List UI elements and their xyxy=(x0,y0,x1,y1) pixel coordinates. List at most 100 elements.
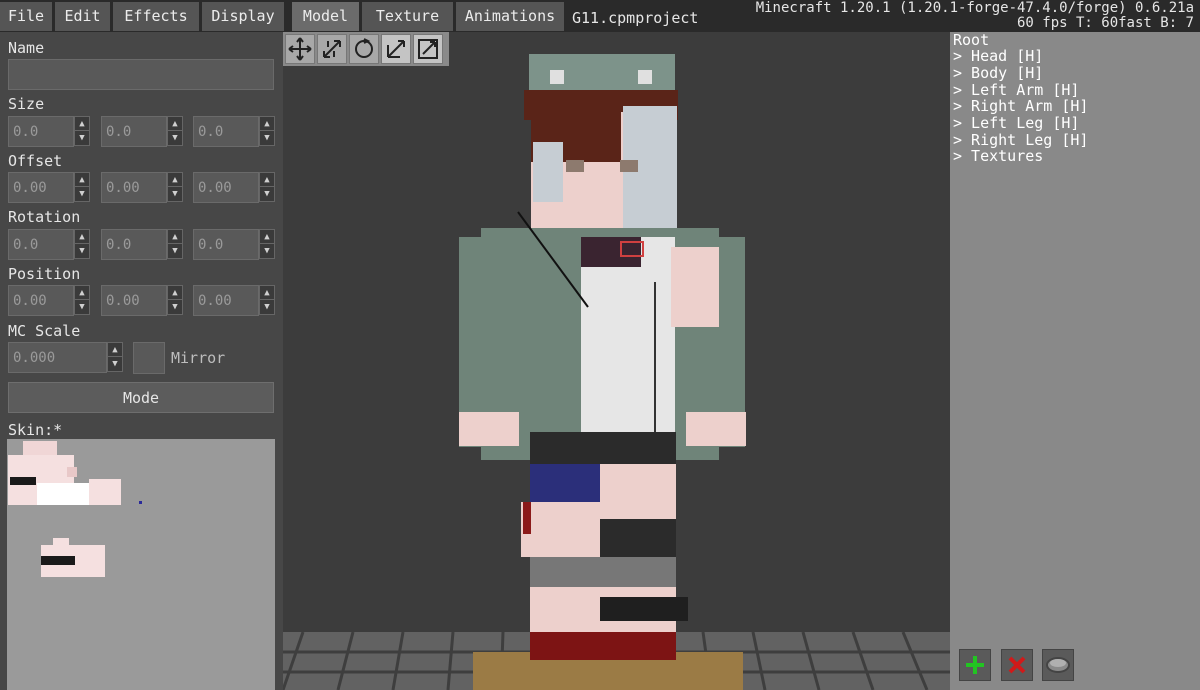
minecraft-info: Minecraft 1.20.1 (1.20.1-forge-47.4.0/fo… xyxy=(756,1,1194,31)
menu-edit[interactable]: Edit xyxy=(55,2,110,31)
size-label: Size xyxy=(8,95,45,113)
offset-x-input[interactable] xyxy=(8,172,74,203)
chevron-up-icon[interactable]: ▲ xyxy=(75,230,89,244)
rotation-label: Rotation xyxy=(8,208,81,226)
chevron-down-icon[interactable]: ▼ xyxy=(75,187,89,201)
model-eye xyxy=(566,160,584,172)
tree-item-left-leg[interactable]: > Left Leg [H] xyxy=(953,115,1079,132)
project-file-title: G11.cpmproject xyxy=(572,9,699,27)
chevron-up-icon[interactable]: ▲ xyxy=(75,173,89,187)
mc-scale-label: MC Scale xyxy=(8,322,81,340)
offset-y-input[interactable] xyxy=(101,172,167,203)
rotation-z-stepper[interactable]: ▲ ▼ xyxy=(259,229,275,259)
model-leg-band xyxy=(523,502,531,534)
rotation-x-stepper[interactable]: ▲ ▼ xyxy=(74,229,90,259)
chevron-up-icon[interactable]: ▲ xyxy=(75,117,89,131)
delete-element-button[interactable] xyxy=(1001,649,1033,681)
offset-z-input[interactable] xyxy=(193,172,259,203)
chevron-up-icon[interactable]: ▲ xyxy=(168,173,182,187)
chevron-down-icon[interactable]: ▼ xyxy=(260,187,274,201)
position-x-input[interactable] xyxy=(8,285,74,316)
plus-icon xyxy=(966,656,984,674)
offset-z-stepper[interactable]: ▲ ▼ xyxy=(259,172,275,202)
chevron-up-icon[interactable]: ▲ xyxy=(260,173,274,187)
model-shorts-pattern xyxy=(530,464,600,502)
mirror-label: Mirror xyxy=(171,349,226,367)
tab-texture[interactable]: Texture xyxy=(362,2,453,31)
minecraft-version-text: Minecraft 1.20.1 (1.20.1-forge-47.4.0/fo… xyxy=(755,0,1194,16)
tree-item-textures[interactable]: > Textures xyxy=(953,148,1043,165)
position-label: Position xyxy=(8,265,81,283)
size-x-input[interactable] xyxy=(8,116,74,147)
mc-scale-stepper[interactable]: ▲ ▼ xyxy=(107,342,123,372)
skin-texture-patch xyxy=(89,479,121,505)
menu-display[interactable]: Display xyxy=(202,2,284,31)
rotation-y-input[interactable] xyxy=(101,229,167,260)
fps-text: 60 fps T: 60fast B: 7 xyxy=(1016,15,1194,31)
mirror-checkbox[interactable] xyxy=(133,342,165,374)
tree-item-body[interactable]: > Body [H] xyxy=(953,65,1043,82)
model-eye xyxy=(620,160,638,172)
position-x-stepper[interactable]: ▲ ▼ xyxy=(74,285,90,315)
visibility-toggle-button[interactable] xyxy=(1042,649,1074,681)
model-ankle-straps xyxy=(600,597,688,621)
mode-button[interactable]: Mode xyxy=(8,382,274,413)
chevron-up-icon[interactable]: ▲ xyxy=(260,117,274,131)
tab-model[interactable]: Model xyxy=(292,2,359,31)
size-x-stepper[interactable]: ▲ ▼ xyxy=(74,116,90,146)
model-hat-patch xyxy=(550,70,564,84)
chevron-up-icon[interactable]: ▲ xyxy=(108,343,122,357)
offset-x-stepper[interactable]: ▲ ▼ xyxy=(74,172,90,202)
model-shoes xyxy=(530,632,676,660)
tab-animations[interactable]: Animations xyxy=(456,2,564,31)
model-shoulder-patch xyxy=(671,247,719,327)
model-waist xyxy=(530,432,676,464)
chevron-down-icon[interactable]: ▼ xyxy=(75,131,89,145)
rotation-z-input[interactable] xyxy=(193,229,259,260)
skin-texture-preview[interactable] xyxy=(7,439,275,690)
add-element-button[interactable] xyxy=(959,649,991,681)
chevron-down-icon[interactable]: ▼ xyxy=(168,131,182,145)
mc-scale-input[interactable] xyxy=(8,342,107,373)
offset-label: Offset xyxy=(8,152,63,170)
model-hair-lock xyxy=(533,142,563,202)
chevron-down-icon[interactable]: ▼ xyxy=(260,131,274,145)
menu-file[interactable]: File xyxy=(0,2,52,31)
position-z-input[interactable] xyxy=(193,285,259,316)
chevron-down-icon[interactable]: ▼ xyxy=(108,357,122,371)
chevron-up-icon[interactable]: ▲ xyxy=(168,286,182,300)
chevron-up-icon[interactable]: ▲ xyxy=(75,286,89,300)
chevron-down-icon[interactable]: ▼ xyxy=(260,300,274,314)
chevron-down-icon[interactable]: ▼ xyxy=(75,300,89,314)
model-tree-panel: Root > Head [H] > Body [H] > Left Arm [H… xyxy=(950,32,1200,690)
chevron-up-icon[interactable]: ▲ xyxy=(260,286,274,300)
name-input[interactable] xyxy=(8,59,274,90)
chevron-down-icon[interactable]: ▼ xyxy=(75,244,89,258)
size-z-stepper[interactable]: ▲ ▼ xyxy=(259,116,275,146)
skin-texture-patch xyxy=(67,467,77,477)
position-z-stepper[interactable]: ▲ ▼ xyxy=(259,285,275,315)
tree-item-head[interactable]: > Head [H] xyxy=(953,48,1043,65)
skin-texture-patch xyxy=(53,538,69,546)
size-y-input[interactable] xyxy=(101,116,167,147)
chevron-up-icon[interactable]: ▲ xyxy=(260,230,274,244)
model-viewport[interactable] xyxy=(283,32,950,690)
chevron-up-icon[interactable]: ▲ xyxy=(168,117,182,131)
model-left-sock xyxy=(600,519,676,557)
tree-item-right-arm[interactable]: > Right Arm [H] xyxy=(953,98,1088,115)
chevron-down-icon[interactable]: ▼ xyxy=(260,244,274,258)
offset-y-stepper[interactable]: ▲ ▼ xyxy=(167,172,183,202)
size-z-input[interactable] xyxy=(193,116,259,147)
rotation-x-input[interactable] xyxy=(8,229,74,260)
chevron-down-icon[interactable]: ▼ xyxy=(168,244,182,258)
menu-effects[interactable]: Effects xyxy=(113,2,199,31)
chevron-down-icon[interactable]: ▼ xyxy=(168,300,182,314)
character-model[interactable] xyxy=(283,32,950,690)
rotation-y-stepper[interactable]: ▲ ▼ xyxy=(167,229,183,259)
position-y-stepper[interactable]: ▲ ▼ xyxy=(167,285,183,315)
skin-texture-patch xyxy=(41,556,75,565)
size-y-stepper[interactable]: ▲ ▼ xyxy=(167,116,183,146)
position-y-input[interactable] xyxy=(101,285,167,316)
chevron-up-icon[interactable]: ▲ xyxy=(168,230,182,244)
chevron-down-icon[interactable]: ▼ xyxy=(168,187,182,201)
